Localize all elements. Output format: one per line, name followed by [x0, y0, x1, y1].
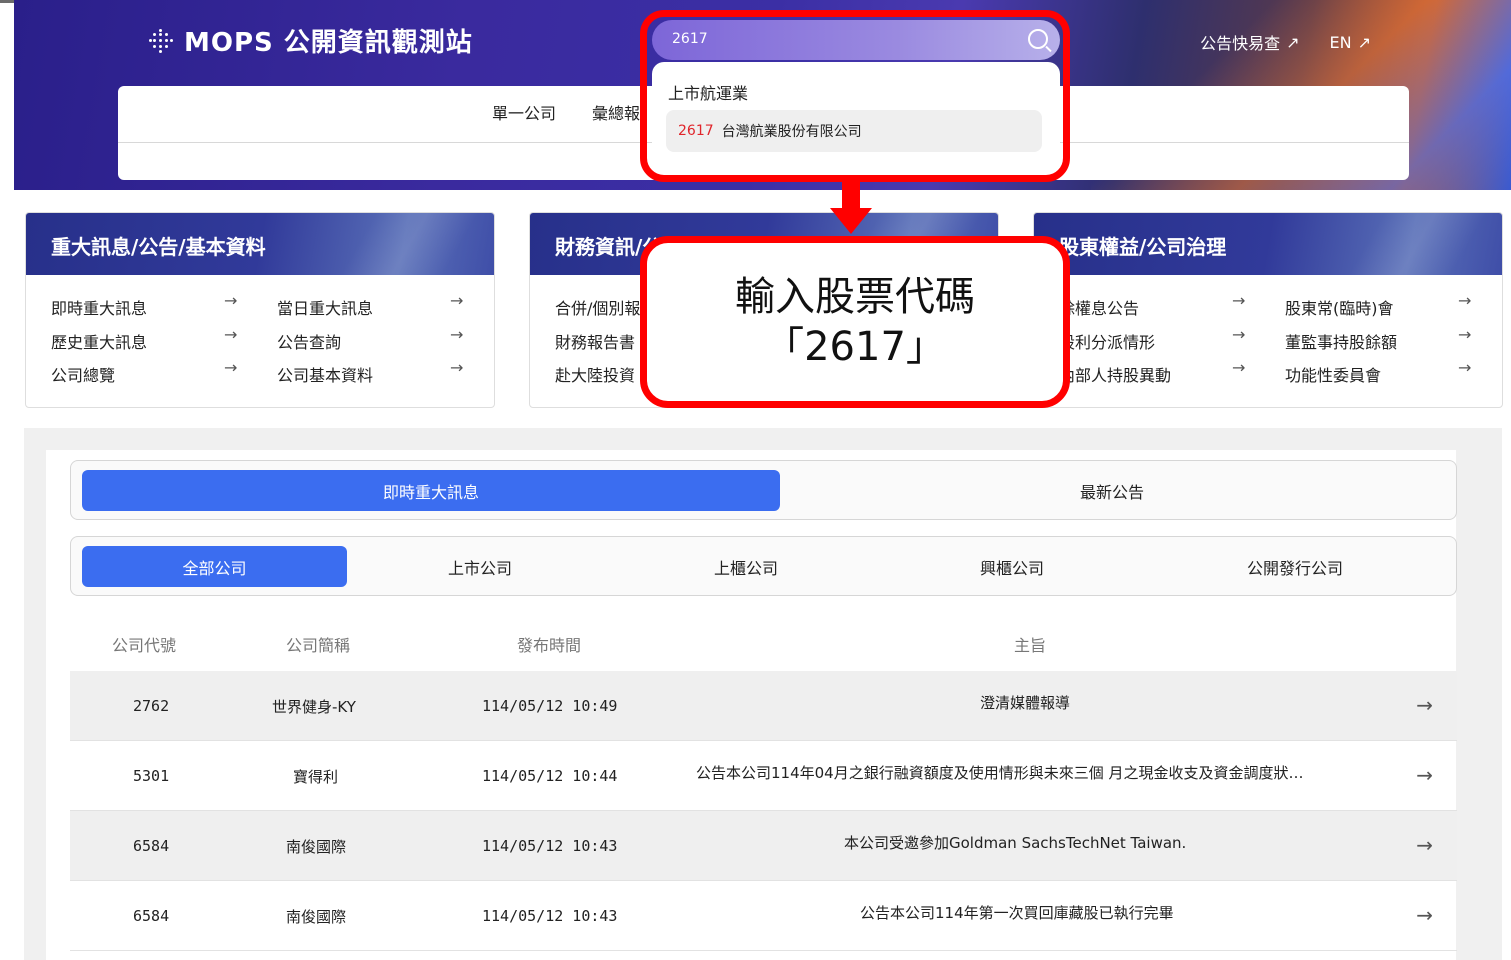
row-time: 114/05/12 10:49: [482, 697, 618, 715]
dots-logo-icon: [148, 28, 174, 54]
row-time: 114/05/12 10:43: [482, 837, 618, 855]
row-subject: 公告本公司114年04月之銀行融資額度及使用情形與未來三個 月之現金收支及資金調…: [696, 764, 1304, 782]
table-row[interactable]: 6584 南俊國際 114/05/12 10:43 本公司受邀參加Goldman…: [70, 811, 1457, 881]
english-label: EN: [1329, 32, 1352, 52]
header-links: 公告快易查 ↗ EN ↗: [1200, 30, 1371, 54]
row-name: 南俊國際: [286, 838, 347, 856]
link-consolidated-report[interactable]: 合併/個別報: [555, 295, 640, 319]
quick-announcement-link[interactable]: 公告快易查 ↗: [1200, 30, 1299, 54]
arrow-right-icon: →: [1232, 325, 1246, 344]
link-daily-major-info[interactable]: 當日重大訊息: [277, 295, 373, 319]
row-code: 6584: [133, 907, 170, 925]
nav-summary-report[interactable]: 彙總報: [592, 100, 640, 124]
table-row[interactable]: 6584 南俊國際 114/05/12 10:43 公告本公司114年第一次買回…: [70, 881, 1457, 951]
arrow-right-icon: →: [450, 291, 464, 310]
header-company-name: 公司簡稱: [286, 636, 351, 655]
callout-arrow-shaft: [842, 182, 860, 210]
link-company-overview[interactable]: 公司總覽: [51, 362, 115, 386]
quick-announcement-label: 公告快易查: [1200, 34, 1281, 53]
row-code: 2762: [133, 697, 170, 715]
row-subject: 澄清媒體報導: [980, 694, 1071, 712]
arrow-right-icon: →: [224, 291, 238, 310]
arrow-right-icon: →: [1458, 325, 1472, 344]
row-name: 世界健身-KY: [272, 698, 356, 716]
arrow-right-icon[interactable]: →: [1416, 763, 1433, 787]
link-director-holdings[interactable]: 董監事持股餘額: [1285, 329, 1397, 353]
highlight-box-search: [640, 10, 1070, 182]
row-time: 114/05/12 10:43: [482, 907, 618, 925]
link-financial-report[interactable]: 財務報告書: [555, 329, 635, 353]
row-name: 南俊國際: [286, 908, 347, 926]
tab-instant-major-info[interactable]: 即時重大訊息: [82, 470, 780, 511]
external-arrow-icon: ↗: [1286, 32, 1300, 52]
callout-line-1: 輸入股票代碼: [735, 274, 975, 320]
table-row[interactable]: 5301 寶得利 114/05/12 10:44 公告本公司114年04月之銀行…: [70, 741, 1457, 811]
link-shareholder-meeting[interactable]: 股東常(臨時)會: [1285, 295, 1394, 319]
row-code: 6584: [133, 837, 170, 855]
arrow-right-icon: →: [450, 358, 464, 377]
arrow-right-icon[interactable]: →: [1416, 903, 1433, 927]
category-card-shareholder: 股東權益/公司治理 除權息公告 → 股東常(臨時)會 → 股利分派情形 → 董監…: [1033, 212, 1503, 408]
link-insider-changes[interactable]: 內部人持股異動: [1059, 362, 1171, 386]
filter-public[interactable]: 公開發行公司: [1145, 546, 1445, 587]
link-dividend-distribution[interactable]: 股利分派情形: [1059, 329, 1155, 353]
link-history-major-info[interactable]: 歷史重大訊息: [51, 329, 147, 353]
nav-single-company[interactable]: 單一公司: [492, 100, 556, 124]
callout-arrow-icon: [830, 208, 872, 234]
filter-emerging[interactable]: 興櫃公司: [879, 546, 1145, 587]
site-logo[interactable]: MOPS 公開資訊觀測站: [148, 22, 473, 59]
row-time: 114/05/12 10:44: [482, 767, 618, 785]
category-title: 重大訊息/公告/基本資料: [26, 213, 494, 275]
arrow-right-icon: →: [224, 358, 238, 377]
arrow-right-icon[interactable]: →: [1416, 693, 1433, 717]
row-code: 5301: [133, 767, 170, 785]
english-link[interactable]: EN ↗: [1330, 30, 1371, 54]
tab-latest-announcements[interactable]: 最新公告: [780, 470, 1444, 511]
link-instant-major-info[interactable]: 即時重大訊息: [51, 295, 147, 319]
arrow-right-icon: →: [1232, 358, 1246, 377]
table-row[interactable]: 2762 世界健身-KY 114/05/12 10:49 澄清媒體報導 →: [70, 671, 1457, 741]
category-card-major-info: 重大訊息/公告/基本資料 即時重大訊息 → 當日重大訊息 → 歷史重大訊息 → …: [25, 212, 495, 408]
filter-listed[interactable]: 上市公司: [347, 546, 613, 587]
row-subject: 本公司受邀參加Goldman SachsTechNet Taiwan.: [844, 834, 1187, 852]
row-subject: 公告本公司114年第一次買回庫藏股已執行完畢: [860, 904, 1174, 922]
arrow-right-icon: →: [1458, 291, 1472, 310]
link-announcement-query[interactable]: 公告查詢: [277, 329, 341, 353]
link-functional-committee[interactable]: 功能性委員會: [1285, 362, 1381, 386]
header-publish-time: 發布時間: [517, 636, 582, 655]
logo-text: MOPS 公開資訊觀測站: [184, 28, 473, 58]
link-ex-dividend[interactable]: 除權息公告: [1059, 295, 1139, 319]
link-company-basic-info[interactable]: 公司基本資料: [277, 362, 373, 386]
category-title: 股東權益/公司治理: [1034, 213, 1502, 275]
row-name: 寶得利: [293, 768, 339, 786]
link-mainland-investment[interactable]: 赴大陸投資: [555, 362, 635, 386]
callout-line-2: 「2617」: [764, 324, 946, 370]
arrow-right-icon[interactable]: →: [1416, 833, 1433, 857]
arrow-right-icon: →: [1232, 291, 1246, 310]
filter-all-companies[interactable]: 全部公司: [82, 546, 347, 587]
header-subject: 主旨: [1014, 636, 1047, 655]
arrow-right-icon: →: [450, 325, 464, 344]
arrow-right-icon: →: [1458, 358, 1472, 377]
header-company-code: 公司代號: [112, 636, 177, 655]
filter-otc[interactable]: 上櫃公司: [613, 546, 879, 587]
instruction-callout: 輸入股票代碼 「2617」: [640, 236, 1070, 408]
arrow-right-icon: →: [224, 325, 238, 344]
external-arrow-icon: ↗: [1357, 32, 1371, 52]
